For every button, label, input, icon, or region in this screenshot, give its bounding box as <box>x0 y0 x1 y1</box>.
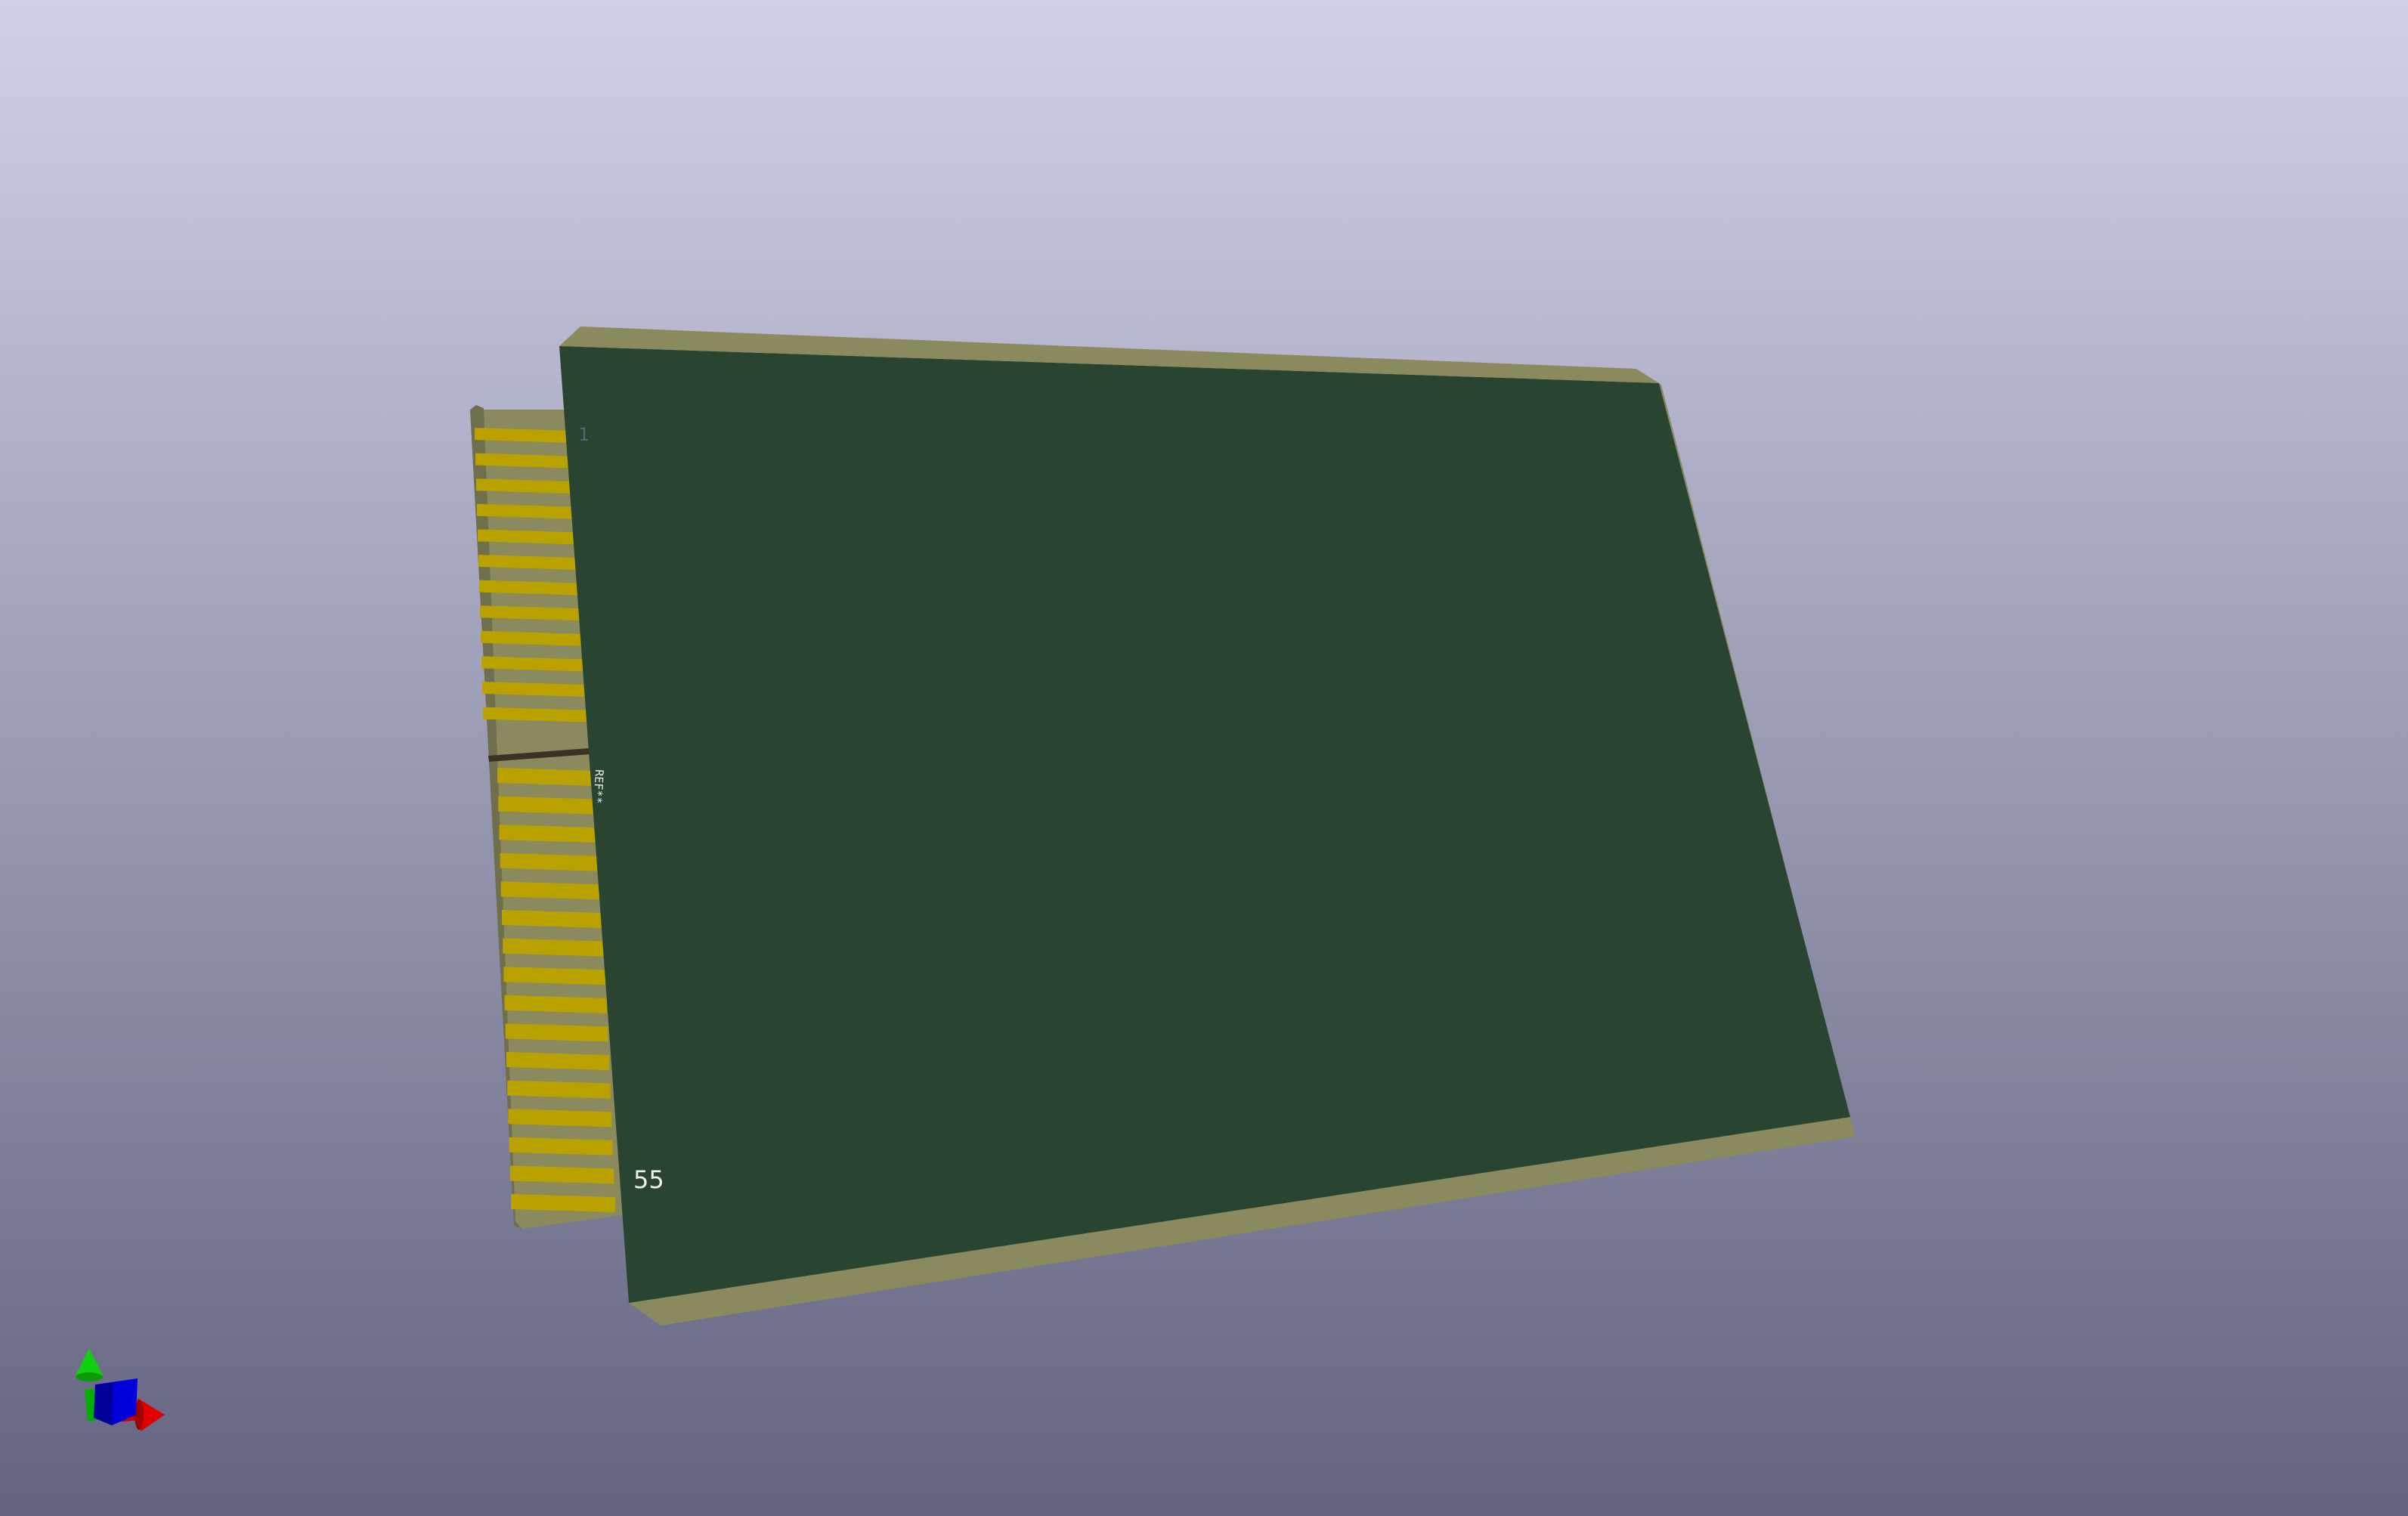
gold-finger-pad <box>507 1080 611 1099</box>
gold-finger-pad <box>509 1137 613 1156</box>
pin-55-label: 55 <box>633 1165 664 1194</box>
pcb-3d-scene[interactable]: 1 55 REF** <box>0 0 2408 1516</box>
gold-finger-pad <box>508 1109 612 1128</box>
gold-finger-pad <box>511 1194 615 1212</box>
gold-finger-pad <box>499 825 600 843</box>
reference-designator-label: REF** <box>591 769 606 804</box>
y-axis-ring <box>76 1372 103 1381</box>
gold-finger-pad <box>500 881 602 900</box>
pin-1-label: 1 <box>578 424 589 445</box>
z-axis-cube-shade <box>94 1383 113 1425</box>
gold-finger-pad <box>506 1052 609 1070</box>
gold-finger-pad <box>500 852 601 871</box>
gold-finger-pad <box>505 1023 608 1042</box>
gold-finger-pad <box>503 967 606 985</box>
gold-finger-pad <box>497 768 597 786</box>
gold-finger-pad <box>509 1165 614 1184</box>
3d-viewport[interactable]: 1 55 REF** <box>0 0 2408 1516</box>
y-axis-shaft <box>85 1388 97 1422</box>
gold-finger-pad <box>502 910 603 928</box>
gold-finger-pad <box>498 796 599 815</box>
gold-finger-pad <box>503 938 605 957</box>
gold-finger-pad <box>504 995 607 1013</box>
